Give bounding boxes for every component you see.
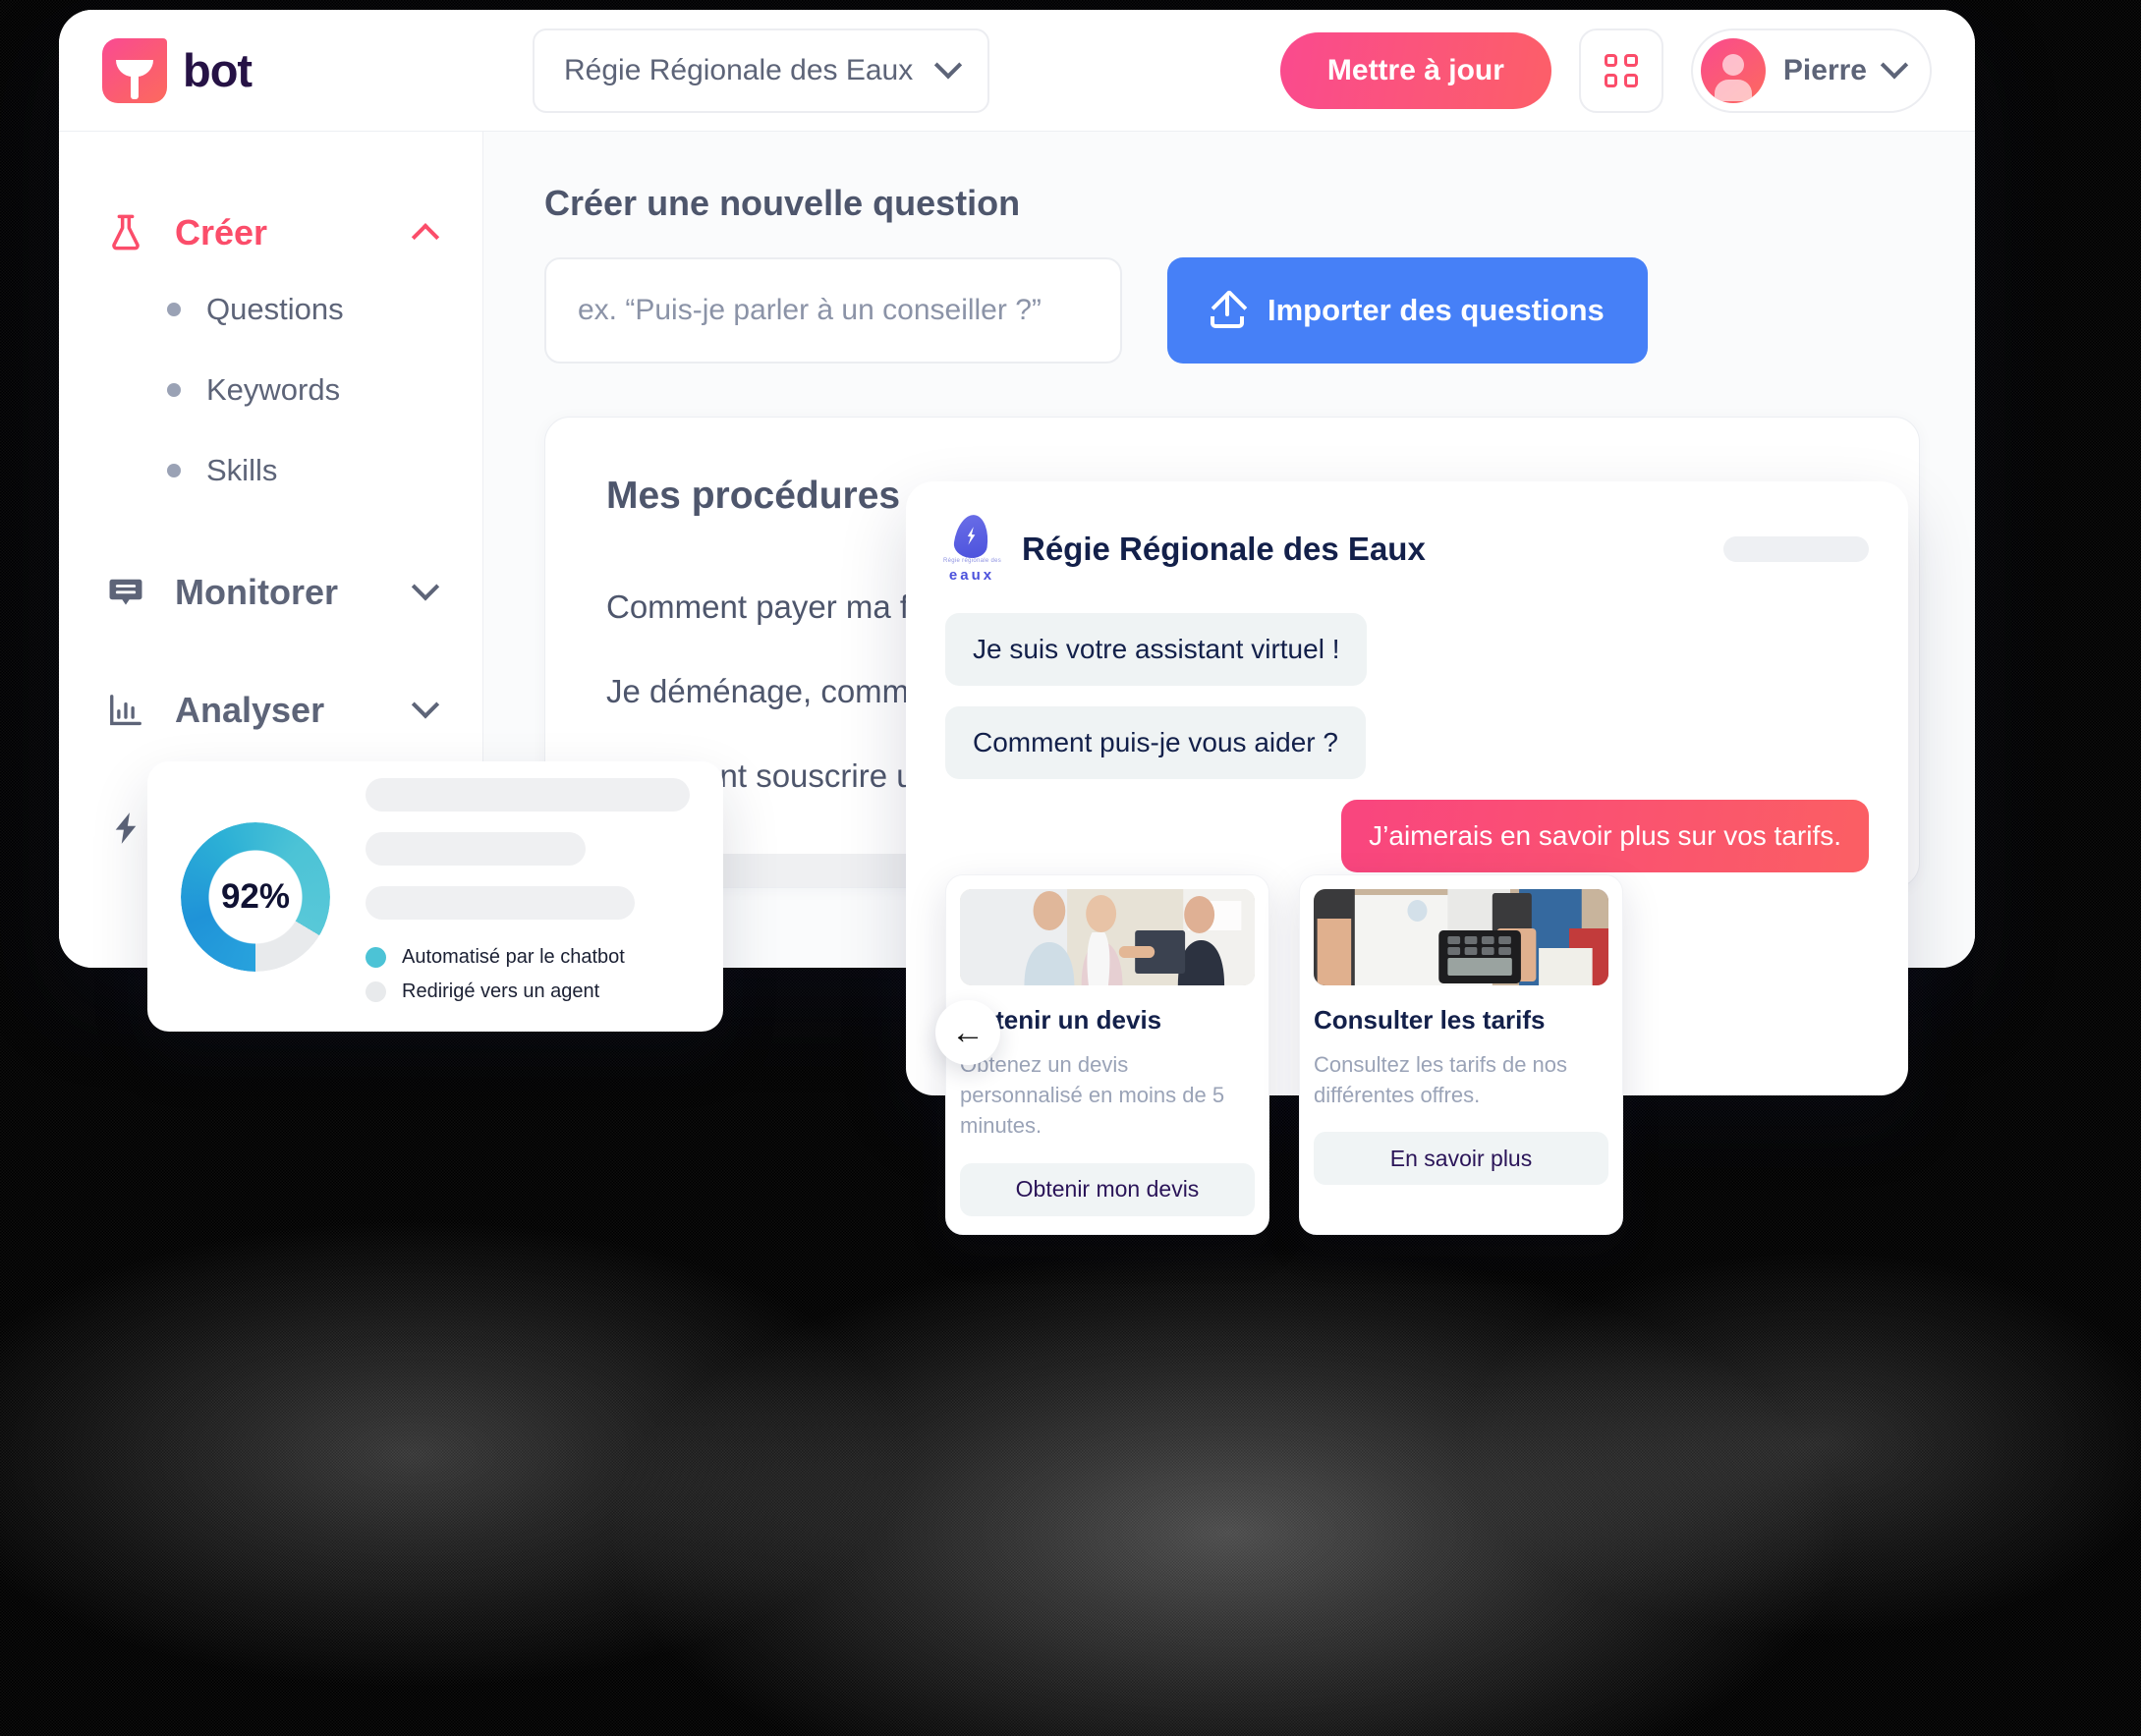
question-input[interactable]: ex. “Puis-je parler à un conseiller ?” — [544, 257, 1122, 364]
chat-logo-caption-small: Régie régionale des — [943, 558, 1002, 564]
donut-center-value: 92% — [220, 876, 291, 916]
stats-details: Automatisé par le chatbot Redirigé vers … — [366, 778, 690, 1015]
header-placeholder-pill — [1723, 536, 1869, 562]
user-message: J’aimerais en savoir plus sur vos tarifs… — [1341, 800, 1869, 872]
skeleton-bar — [366, 832, 587, 866]
sidebar-item-label: Monitorer — [175, 572, 338, 612]
top-bar: bot Régie Régionale des Eaux Mettre à jo… — [59, 10, 1975, 132]
sidebar-subitem-label: Skills — [206, 453, 278, 487]
brand-logo-text: bot — [183, 44, 253, 96]
lightning-bolt-icon — [106, 807, 145, 850]
legend-item: Automatisé par le chatbot — [366, 946, 690, 969]
bullet-icon — [167, 383, 181, 397]
sidebar-item-keywords[interactable]: Keywords — [59, 350, 482, 430]
user-name: Pierre — [1782, 53, 1867, 86]
sidebar-item-creer[interactable]: Créer — [59, 196, 482, 269]
legend-item: Redirigé vers un agent — [366, 980, 690, 1003]
grid-cell — [1604, 53, 1618, 67]
sidebar-item-questions[interactable]: Questions — [59, 269, 482, 350]
org-selector[interactable]: Régie Régionale des Eaux — [533, 28, 990, 113]
chevron-down-icon — [411, 691, 440, 719]
upload-icon — [1211, 293, 1244, 328]
sidebar-subitem-label: Keywords — [206, 372, 341, 407]
skeleton-bar — [366, 778, 690, 812]
user-menu[interactable]: Pierre — [1690, 28, 1932, 113]
donut-chart: 92% — [181, 821, 330, 972]
sidebar-item-skills[interactable]: Skills — [59, 430, 482, 511]
create-question-row: ex. “Puis-je parler à un conseiller ?” I… — [544, 257, 1920, 364]
import-questions-button[interactable]: Importer des questions — [1167, 257, 1648, 364]
grid-cell — [1624, 53, 1638, 67]
bullet-icon — [167, 464, 181, 477]
import-questions-label: Importer des questions — [1268, 293, 1605, 327]
page-title: Créer une nouvelle question — [544, 183, 1021, 223]
chat-logo-caption: eaux — [948, 567, 995, 584]
hands-calculator-documents-photo — [1314, 889, 1608, 985]
legend-label: Redirigé vers un agent — [402, 980, 600, 1002]
automation-stats-card: 92% Automatisé par le chatbot Redirigé v… — [147, 761, 723, 1032]
avatar — [1700, 37, 1766, 103]
question-input-placeholder: ex. “Puis-je parler à un conseiller ?” — [578, 294, 1042, 326]
drop-shape — [952, 512, 991, 561]
legend-color-swatch — [366, 947, 386, 968]
chart-legend: Automatisé par le chatbot Redirigé vers … — [366, 946, 690, 1003]
chat-card-description: Obtenez un devis personnalisé en moins d… — [960, 1052, 1225, 1139]
top-bar-actions: Mettre à jour Pierre — [1279, 28, 1932, 113]
bot-message: Je suis votre assistant virtuel ! — [945, 613, 1368, 686]
bar-chart-icon — [106, 689, 145, 732]
chevron-up-icon — [411, 223, 440, 252]
chat-card-button[interactable]: Obtenir mon devis — [960, 1162, 1255, 1216]
grid-cell — [1604, 74, 1618, 87]
chat-card-button[interactable]: En savoir plus — [1314, 1132, 1608, 1186]
sidebar-item-analyser[interactable]: Analyser — [59, 674, 482, 747]
skeleton-bar — [366, 886, 635, 920]
chat-bubble-icon — [106, 571, 145, 614]
chat-card-description: Consultez les tarifs de nos différentes … — [1314, 1052, 1568, 1108]
chat-card-carousel: ← Obtenir un devis Obtenez un devis pers… — [935, 874, 1947, 1235]
chat-card[interactable]: Consulter les tarifs Consultez les tarif… — [1299, 874, 1623, 1235]
sidebar-item-monitorer[interactable]: Monitorer — [59, 556, 482, 629]
arrow-left-icon[interactable]: ← — [935, 1000, 1000, 1065]
flask-icon — [106, 211, 145, 254]
chevron-down-icon — [411, 573, 440, 601]
bot-logo-icon — [102, 37, 167, 103]
chat-card[interactable]: Obtenir un devis Obtenez un devis person… — [945, 874, 1269, 1235]
sidebar-subitem-label: Questions — [206, 292, 344, 326]
brand-logo[interactable]: bot — [102, 37, 525, 103]
org-selector-value: Régie Régionale des Eaux — [564, 53, 914, 86]
chat-widget: Régie régionale des eaux Régie Régionale… — [906, 481, 1908, 1235]
screenshot-stage: bot Régie Régionale des Eaux Mettre à jo… — [0, 0, 2141, 1736]
update-button[interactable]: Mettre à jour — [1279, 31, 1551, 109]
bullet-icon — [167, 303, 181, 316]
chat-card-title: Obtenir un devis — [960, 1005, 1162, 1035]
legend-color-swatch — [366, 981, 386, 1002]
bot-message: Comment puis-je vous aider ? — [945, 706, 1366, 779]
chat-card-title: Consulter les tarifs — [1314, 1005, 1546, 1035]
chat-widget-title: Régie Régionale des Eaux — [1022, 531, 1426, 567]
chevron-down-icon — [1880, 50, 1909, 79]
grid-apps-icon[interactable] — [1578, 28, 1663, 113]
chat-widget-header: Régie régionale des eaux Régie Régionale… — [943, 512, 1869, 584]
sidebar-item-label: Analyser — [175, 690, 325, 730]
grid-cell — [1624, 74, 1638, 87]
couple-handshake-agent-photo — [960, 889, 1255, 985]
water-drop-bolt-icon: Régie régionale des eaux — [943, 512, 1002, 584]
chevron-down-icon — [934, 50, 963, 79]
chat-messages: Je suis votre assistant virtuel ! Commen… — [945, 613, 1869, 893]
sidebar-item-label: Créer — [175, 212, 268, 252]
legend-label: Automatisé par le chatbot — [402, 946, 625, 968]
